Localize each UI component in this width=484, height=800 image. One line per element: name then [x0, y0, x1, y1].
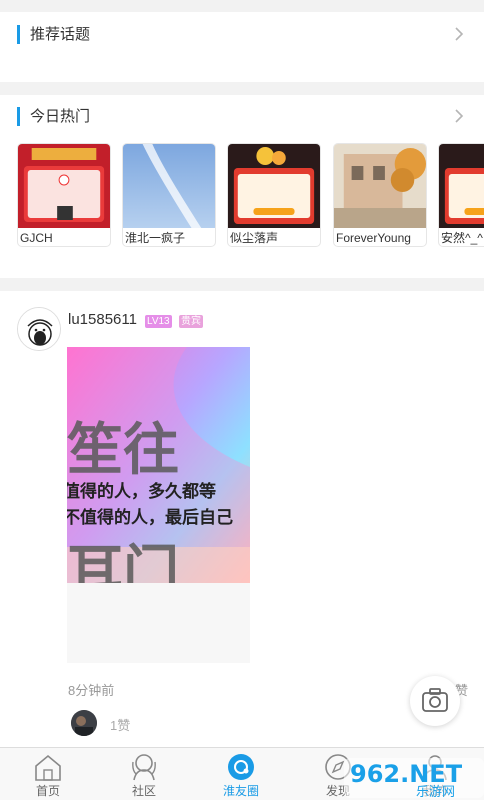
post-image[interactable]: 笙往 值得的人，多久都等 不值得的人，最后自己 耳门	[67, 347, 250, 583]
role-badge: 贵宾	[179, 315, 203, 328]
section-title: 推荐话题	[30, 26, 91, 43]
watermark-sub: 乐游网	[416, 785, 455, 800]
card-name: 似尘落声	[230, 231, 279, 245]
watermark-brand: 962.NET	[350, 760, 463, 788]
card-name: GJCH	[20, 231, 53, 245]
site-watermark-logo: 962.NET 乐游网	[344, 758, 484, 800]
card-thumbnail	[334, 144, 426, 228]
tab-label: 首页	[35, 784, 60, 798]
section-title: 今日热门	[30, 108, 91, 125]
tab-community[interactable]: 社区	[96, 748, 192, 800]
chevron-right-icon[interactable]	[450, 107, 468, 125]
username[interactable]: lu1585611	[68, 311, 137, 329]
avatar[interactable]	[17, 307, 61, 351]
card-thumbnail	[439, 144, 484, 228]
hot-cards-strip: GJCH 淮北一疯子 似尘落声 ForeverYoung 安然^_^	[17, 143, 484, 247]
circle-active-icon	[228, 754, 254, 780]
image-big-text-top: 笙往	[67, 418, 179, 483]
tab-home[interactable]: 首页	[0, 748, 96, 800]
liker-avatar[interactable]	[71, 710, 97, 736]
post-image-art: 笙往 值得的人，多久都等 不值得的人，最后自己 耳门	[67, 347, 250, 583]
tab-label: 社区	[131, 784, 156, 798]
hot-card[interactable]: 安然^_^	[438, 143, 484, 247]
hot-card[interactable]: 淮北一疯子	[122, 143, 216, 247]
hot-card[interactable]: GJCH	[17, 143, 111, 247]
image-big-text-bottom: 耳门	[67, 540, 179, 583]
tab-huaiyou-circle[interactable]: 淮友圈	[193, 748, 289, 800]
section-accent-bar	[17, 25, 20, 44]
image-text-line1: 值得的人，多久都等	[67, 481, 216, 502]
card-thumbnail	[18, 144, 110, 228]
section-accent-bar	[17, 107, 20, 126]
hot-today-section: 今日热门 GJCH 淮北一疯子 似尘落声 ForeverYoung 安然^_^	[0, 95, 484, 278]
card-name: 安然^_^	[441, 231, 483, 245]
tab-label: 淮友圈	[222, 784, 259, 798]
hot-card[interactable]: ForeverYoung	[333, 143, 427, 247]
camera-button[interactable]	[410, 676, 460, 726]
recommend-topics-header[interactable]: 推荐话题	[0, 12, 484, 60]
card-thumbnail	[123, 144, 215, 228]
community-icon	[132, 754, 156, 781]
cartoon-avatar-icon	[18, 308, 60, 350]
card-name: 淮北一疯子	[125, 231, 186, 245]
hot-today-header[interactable]: 今日热门	[0, 95, 484, 143]
post-image-placeholder	[67, 583, 250, 663]
post-time: 8分钟前	[68, 683, 115, 698]
like-count: 1赞	[110, 718, 131, 733]
chevron-right-icon[interactable]	[450, 25, 468, 43]
liker-avatar-image	[71, 710, 97, 736]
camera-icon	[422, 688, 448, 712]
image-text-line2: 不值得的人，最后自己	[67, 507, 233, 528]
home-icon	[35, 754, 61, 781]
card-thumbnail	[228, 144, 320, 228]
level-badge: LV13	[145, 315, 172, 328]
hot-card[interactable]: 似尘落声	[227, 143, 321, 247]
recommend-topics-section: 推荐话题	[0, 12, 484, 82]
card-name: ForeverYoung	[336, 231, 411, 245]
